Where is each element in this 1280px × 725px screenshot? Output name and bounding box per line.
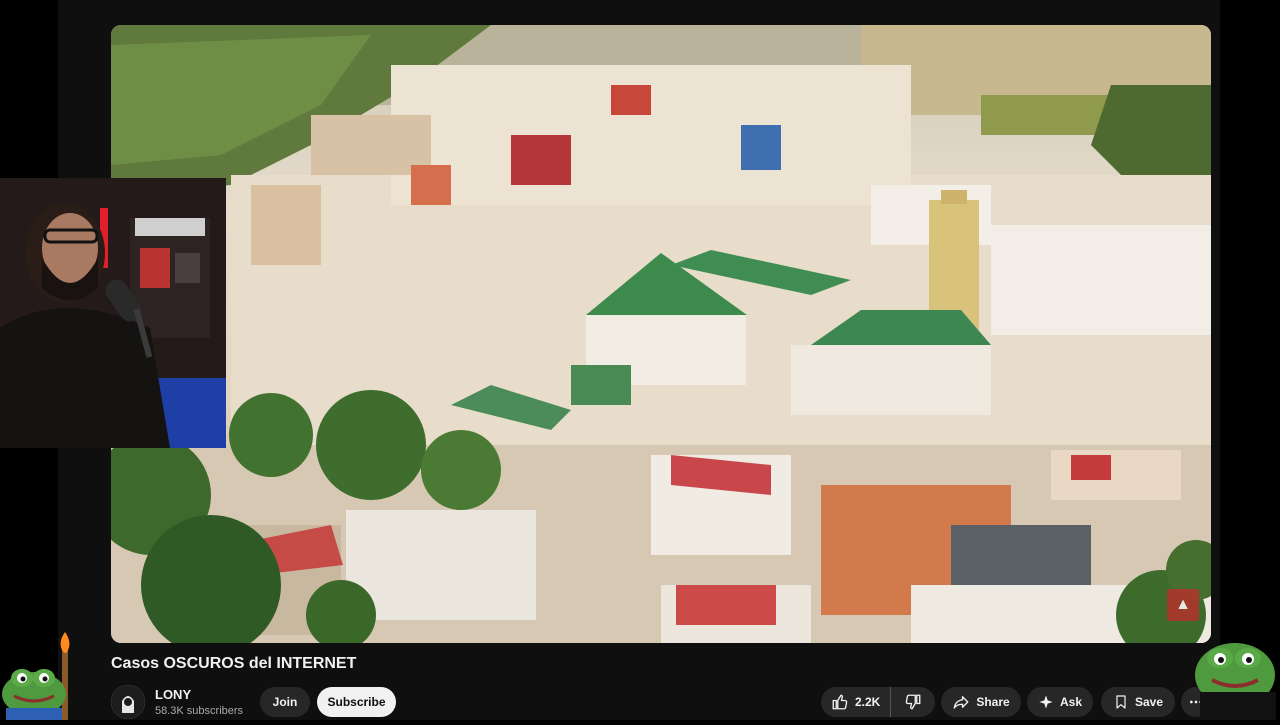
save-label: Save — [1134, 695, 1164, 709]
subscribe-button[interactable]: Subscribe — [317, 687, 396, 717]
share-arrow-icon — [952, 693, 970, 711]
like-dislike-group: 2.2K — [821, 687, 935, 717]
thumbs-down-icon — [904, 693, 922, 711]
share-label: Share — [976, 695, 1010, 709]
ask-label: Ask — [1059, 695, 1082, 709]
save-button[interactable]: Save — [1101, 687, 1175, 717]
bookmark-icon — [1113, 694, 1129, 710]
sparkle-icon — [1038, 694, 1054, 710]
channel-avatar[interactable] — [111, 685, 145, 719]
subscriber-count: 58.3K subscribers — [155, 705, 244, 717]
join-button[interactable]: Join — [260, 687, 310, 717]
streamer-figure — [0, 178, 226, 448]
streamer-webcam-overlay — [0, 178, 226, 448]
channel-avatar-image — [111, 685, 145, 719]
thumbs-up-icon — [831, 693, 849, 711]
ask-button[interactable]: Ask — [1027, 687, 1093, 717]
channel-name[interactable]: LONY — [155, 687, 191, 702]
dislike-button[interactable] — [891, 687, 935, 717]
video-title: Casos OSCUROS del INTERNET — [111, 655, 357, 672]
like-count: 2.2K — [855, 695, 881, 709]
channel-watermark-icon[interactable]: ▲ — [1167, 589, 1199, 621]
like-button[interactable]: 2.2K — [821, 687, 891, 717]
frog-emote-left-icon — [0, 632, 80, 720]
share-button[interactable]: Share — [941, 687, 1021, 717]
frog-emote-right-icon — [1190, 630, 1280, 720]
video-frame-town-scene — [111, 25, 1211, 643]
video-player[interactable]: ▲ — [111, 25, 1211, 643]
